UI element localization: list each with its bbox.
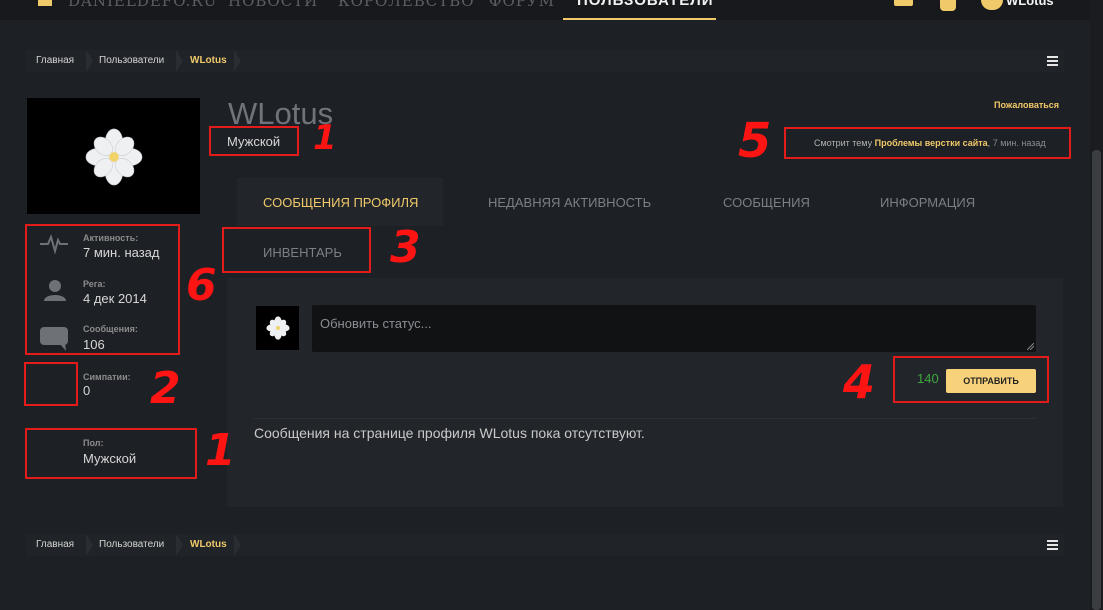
breadcrumb-separator [86, 534, 93, 556]
breadcrumb-current[interactable]: WLotus [190, 55, 227, 66]
avatar[interactable] [27, 98, 200, 214]
annotation-box-send [893, 356, 1049, 403]
annotation-number: 2 [150, 363, 181, 414]
annotation-number: 1 [313, 118, 337, 158]
home-icon[interactable] [38, 0, 52, 6]
user-mini-avatar [256, 306, 299, 350]
annotation-box-inventory [222, 227, 371, 273]
likes-value: 0 [83, 383, 91, 398]
breadcrumb-home[interactable]: Главная [36, 55, 74, 66]
breadcrumb-home[interactable]: Главная [36, 539, 74, 550]
nav-news[interactable]: НОВОСТИ [228, 0, 318, 10]
empty-posts-message: Сообщения на странице профиля WLotus пок… [254, 425, 645, 441]
annotation-number: 5 [738, 113, 772, 169]
breadcrumb-users[interactable]: Пользователи [99, 55, 164, 66]
tab-profile-posts[interactable]: СООБЩЕНИЯ ПРОФИЛЯ [263, 195, 418, 210]
top-nav: DANIELDEFO.RU НОВОСТИ КОРОЛЕВСТВО ФОРУМ … [0, 0, 1090, 20]
resize-handle-icon[interactable] [1027, 343, 1034, 350]
nav-users[interactable]: ПОЛЬЗОВАТЕЛИ [577, 0, 714, 9]
nav-kingdom[interactable]: КОРОЛЕВСТВО [338, 0, 475, 10]
breadcrumb-separator [234, 534, 241, 556]
flower-avatar-image [85, 128, 143, 186]
breadcrumb-current[interactable]: WLotus [190, 539, 227, 550]
annotation-number: 1 [205, 425, 236, 476]
nav-site[interactable]: DANIELDEFO.RU [68, 0, 217, 10]
breadcrumb: Главная Пользователи WLotus [26, 50, 1064, 72]
report-link[interactable]: Пожаловаться [994, 100, 1059, 110]
nav-username[interactable]: WLotus [1006, 0, 1054, 8]
breadcrumb-separator [176, 50, 183, 72]
annotation-box-gender [25, 428, 197, 479]
annotation-box-stats [25, 224, 180, 355]
tab-recent-activity[interactable]: НЕДАВНЯЯ АКТИВНОСТЬ [488, 195, 651, 210]
inbox-icon[interactable] [894, 0, 913, 6]
breadcrumb-separator [176, 534, 183, 556]
user-icon[interactable] [981, 0, 1003, 10]
divider [254, 418, 1036, 419]
annotation-number: 4 [843, 355, 876, 409]
bell-icon[interactable] [940, 0, 956, 11]
likes-label: Симпатии: [83, 372, 131, 382]
annotation-box-likes [24, 362, 78, 406]
breadcrumb-separator [234, 50, 241, 72]
flower-avatar-image [266, 316, 290, 340]
menu-icon[interactable] [1047, 540, 1058, 550]
annotation-box-viewing [784, 127, 1071, 159]
status-placeholder: Обновить статус... [320, 316, 432, 331]
breadcrumb-separator [86, 50, 93, 72]
breadcrumb-users[interactable]: Пользователи [99, 539, 164, 550]
annotation-number: 3 [390, 222, 421, 273]
scrollbar-track[interactable] [1090, 0, 1103, 610]
nav-forum[interactable]: ФОРУМ [489, 0, 555, 10]
active-tab-underline [563, 18, 716, 20]
tab-messages[interactable]: СООБЩЕНИЯ [723, 195, 810, 210]
scrollbar-thumb[interactable] [1092, 150, 1101, 610]
annotation-box-gender-badge [209, 126, 299, 156]
menu-icon[interactable] [1047, 56, 1058, 66]
status-input[interactable]: Обновить статус... [312, 305, 1036, 352]
tab-information[interactable]: ИНФОРМАЦИЯ [880, 195, 975, 210]
annotation-number: 6 [186, 260, 217, 311]
breadcrumb-bottom: Главная Пользователи WLotus [26, 534, 1064, 556]
